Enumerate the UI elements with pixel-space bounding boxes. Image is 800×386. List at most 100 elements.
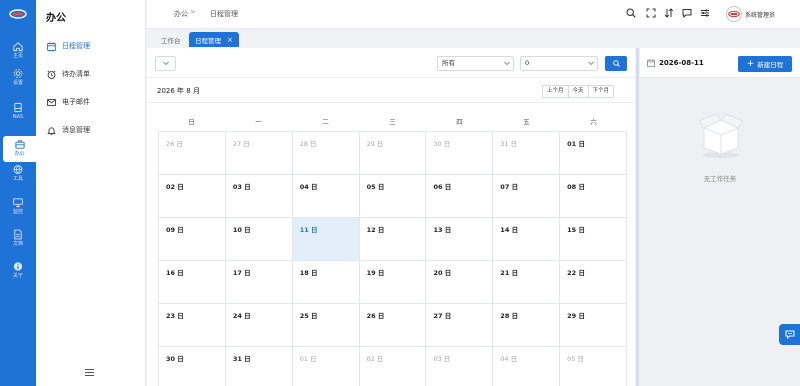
selected-date: 2026-08-11: [659, 59, 704, 67]
calendar-day[interactable]: 04 日: [492, 347, 559, 386]
empty-state-text: 无工作任务: [703, 175, 737, 183]
new-schedule-button[interactable]: + 新建日程: [738, 56, 792, 72]
app-rail: 主页设置 NAS 办公 工具监控文档关于: [0, 0, 36, 386]
calendar-day[interactable]: 23 日: [158, 304, 225, 346]
calendar-day[interactable]: 31 日: [224, 347, 292, 386]
prev-month-button[interactable]: 上个月: [542, 85, 569, 98]
settings-sliders-icon[interactable]: [700, 8, 710, 18]
calendar-day[interactable]: 02 日: [158, 175, 225, 217]
rail-item-7[interactable]: 关于: [0, 258, 36, 284]
breadcrumb-separator-icon: >: [190, 8, 196, 16]
sidebar-item-3[interactable]: 消息管理: [40, 120, 141, 140]
calendar-day[interactable]: 24 日: [224, 304, 292, 346]
scrollbar[interactable]: [636, 48, 639, 386]
breadcrumb-module[interactable]: 办公: [174, 9, 188, 19]
rail-item-0[interactable]: 主页: [0, 38, 36, 64]
calendar-week-row: 26 日 27 日 28 日 29 日 30 日 31 日 01 日: [158, 132, 628, 175]
weekday-header: 日一二三四五六: [158, 112, 627, 132]
user-menu[interactable]: 系统管理员: [726, 6, 775, 22]
sort-icon[interactable]: [664, 8, 674, 18]
rail-item-2[interactable]: NAS: [0, 99, 36, 125]
calendar-day[interactable]: 05 日: [358, 175, 426, 217]
tab-label: 日程管理: [195, 36, 221, 45]
rail-item-5[interactable]: 监控: [0, 194, 36, 220]
calendar-day[interactable]: 05 日: [559, 347, 628, 386]
calendar-day[interactable]: 10 日: [224, 218, 292, 260]
weekday-label: 五: [523, 118, 530, 126]
calendar-day[interactable]: 13 日: [425, 218, 492, 260]
rail-item-4[interactable]: 工具: [0, 161, 36, 187]
count-select[interactable]: 0: [520, 56, 598, 71]
rail-item-6[interactable]: 文档: [0, 226, 36, 252]
calendar-day[interactable]: 07 日: [492, 175, 559, 217]
calendar-day[interactable]: 22 日: [559, 261, 628, 303]
calendar-day[interactable]: 03 日: [425, 347, 492, 386]
calendar-day[interactable]: 20 日: [425, 261, 492, 303]
tab-schedule[interactable]: 日程管理 ×: [189, 32, 239, 47]
sidebar-item-2[interactable]: 电子邮件: [40, 92, 141, 112]
calendar-day[interactable]: 27 日: [425, 304, 492, 346]
calendar-day[interactable]: 26 日: [358, 304, 426, 346]
calendar-day[interactable]: 27 日: [224, 132, 292, 174]
calendar-day[interactable]: 08 日: [559, 175, 628, 217]
bell-icon: [47, 126, 56, 135]
calendar-week-row: 23 日 24 日 25 日 26 日 27 日 28 日 29 日: [158, 304, 628, 347]
search-icon[interactable]: [626, 8, 636, 18]
monitor-icon: [13, 198, 23, 208]
calendar-day[interactable]: 18 日: [291, 261, 359, 303]
avatar[interactable]: [726, 6, 742, 22]
calendar-icon: [647, 59, 655, 67]
close-icon[interactable]: ×: [227, 36, 233, 44]
calendar-day[interactable]: 30 日: [158, 347, 225, 386]
calendar-day[interactable]: 31 日: [492, 132, 559, 174]
chevron-down-icon: [163, 61, 169, 66]
menu-collapse-icon[interactable]: [85, 369, 94, 376]
status-select[interactable]: 所有: [437, 56, 514, 71]
rail-item-label: 设置: [12, 80, 23, 86]
calendar-day[interactable]: 29 日: [559, 304, 628, 346]
calendar-day[interactable]: 30 日: [425, 132, 492, 174]
calendar-day[interactable]: 25 日: [291, 304, 359, 346]
calendar-day[interactable]: 29 日: [358, 132, 426, 174]
fullscreen-icon[interactable]: [646, 8, 656, 18]
today-button[interactable]: 今天: [567, 85, 589, 98]
message-icon[interactable]: [682, 8, 692, 18]
mail-icon: [47, 98, 56, 106]
calendar-day[interactable]: 14 日: [492, 218, 559, 260]
brand-logo-icon: [9, 9, 27, 19]
calendar-day[interactable]: 19 日: [358, 261, 426, 303]
view-select[interactable]: [155, 56, 176, 71]
search-button[interactable]: [605, 56, 627, 71]
chevron-down-icon: [588, 61, 594, 66]
calendar-day-today[interactable]: 11 日: [291, 218, 359, 260]
calendar-day[interactable]: 16 日: [158, 261, 225, 303]
rail-item-1[interactable]: 设置: [0, 65, 36, 91]
next-month-button[interactable]: 下个月: [587, 85, 615, 98]
sidebar-title: 办公: [46, 13, 66, 24]
calendar-day[interactable]: 28 日: [291, 132, 359, 174]
calendar-day[interactable]: 15 日: [559, 218, 628, 260]
user-name[interactable]: 系统管理员: [745, 10, 775, 19]
calendar-day[interactable]: 02 日: [358, 347, 426, 386]
calendar-day[interactable]: 17 日: [224, 261, 292, 303]
sidebar-item-1[interactable]: 待办清单: [40, 64, 141, 84]
sidebar-item-0[interactable]: 日程管理: [40, 36, 141, 56]
calendar-day[interactable]: 01 日: [291, 347, 359, 386]
calendar-day[interactable]: 12 日: [358, 218, 426, 260]
calendar-day[interactable]: 26 日: [158, 132, 225, 174]
chat-float-button[interactable]: [779, 324, 800, 345]
calendar-week-row: 02 日 03 日 04 日 05 日 06 日 07 日 08 日: [158, 175, 628, 218]
gear-icon: [13, 69, 23, 78]
tab-workbench[interactable]: 工作台: [155, 32, 187, 47]
nas-icon: [14, 102, 22, 113]
calendar-day[interactable]: 01 日: [559, 132, 628, 174]
calendar-day[interactable]: 04 日: [291, 175, 359, 217]
calendar-day[interactable]: 21 日: [492, 261, 559, 303]
month-toolbar: 2026 年 8 月 上个月 今天 下个月: [147, 79, 635, 103]
calendar-week-row: 09 日 10 日 11 日 12 日 13 日 14 日 15 日: [158, 218, 628, 261]
calendar-day[interactable]: 03 日: [224, 175, 292, 217]
rail-item-3[interactable]: 办公: [3, 136, 36, 162]
calendar-day[interactable]: 06 日: [425, 175, 492, 217]
calendar-day[interactable]: 09 日: [158, 218, 225, 260]
calendar-day[interactable]: 28 日: [492, 304, 559, 346]
